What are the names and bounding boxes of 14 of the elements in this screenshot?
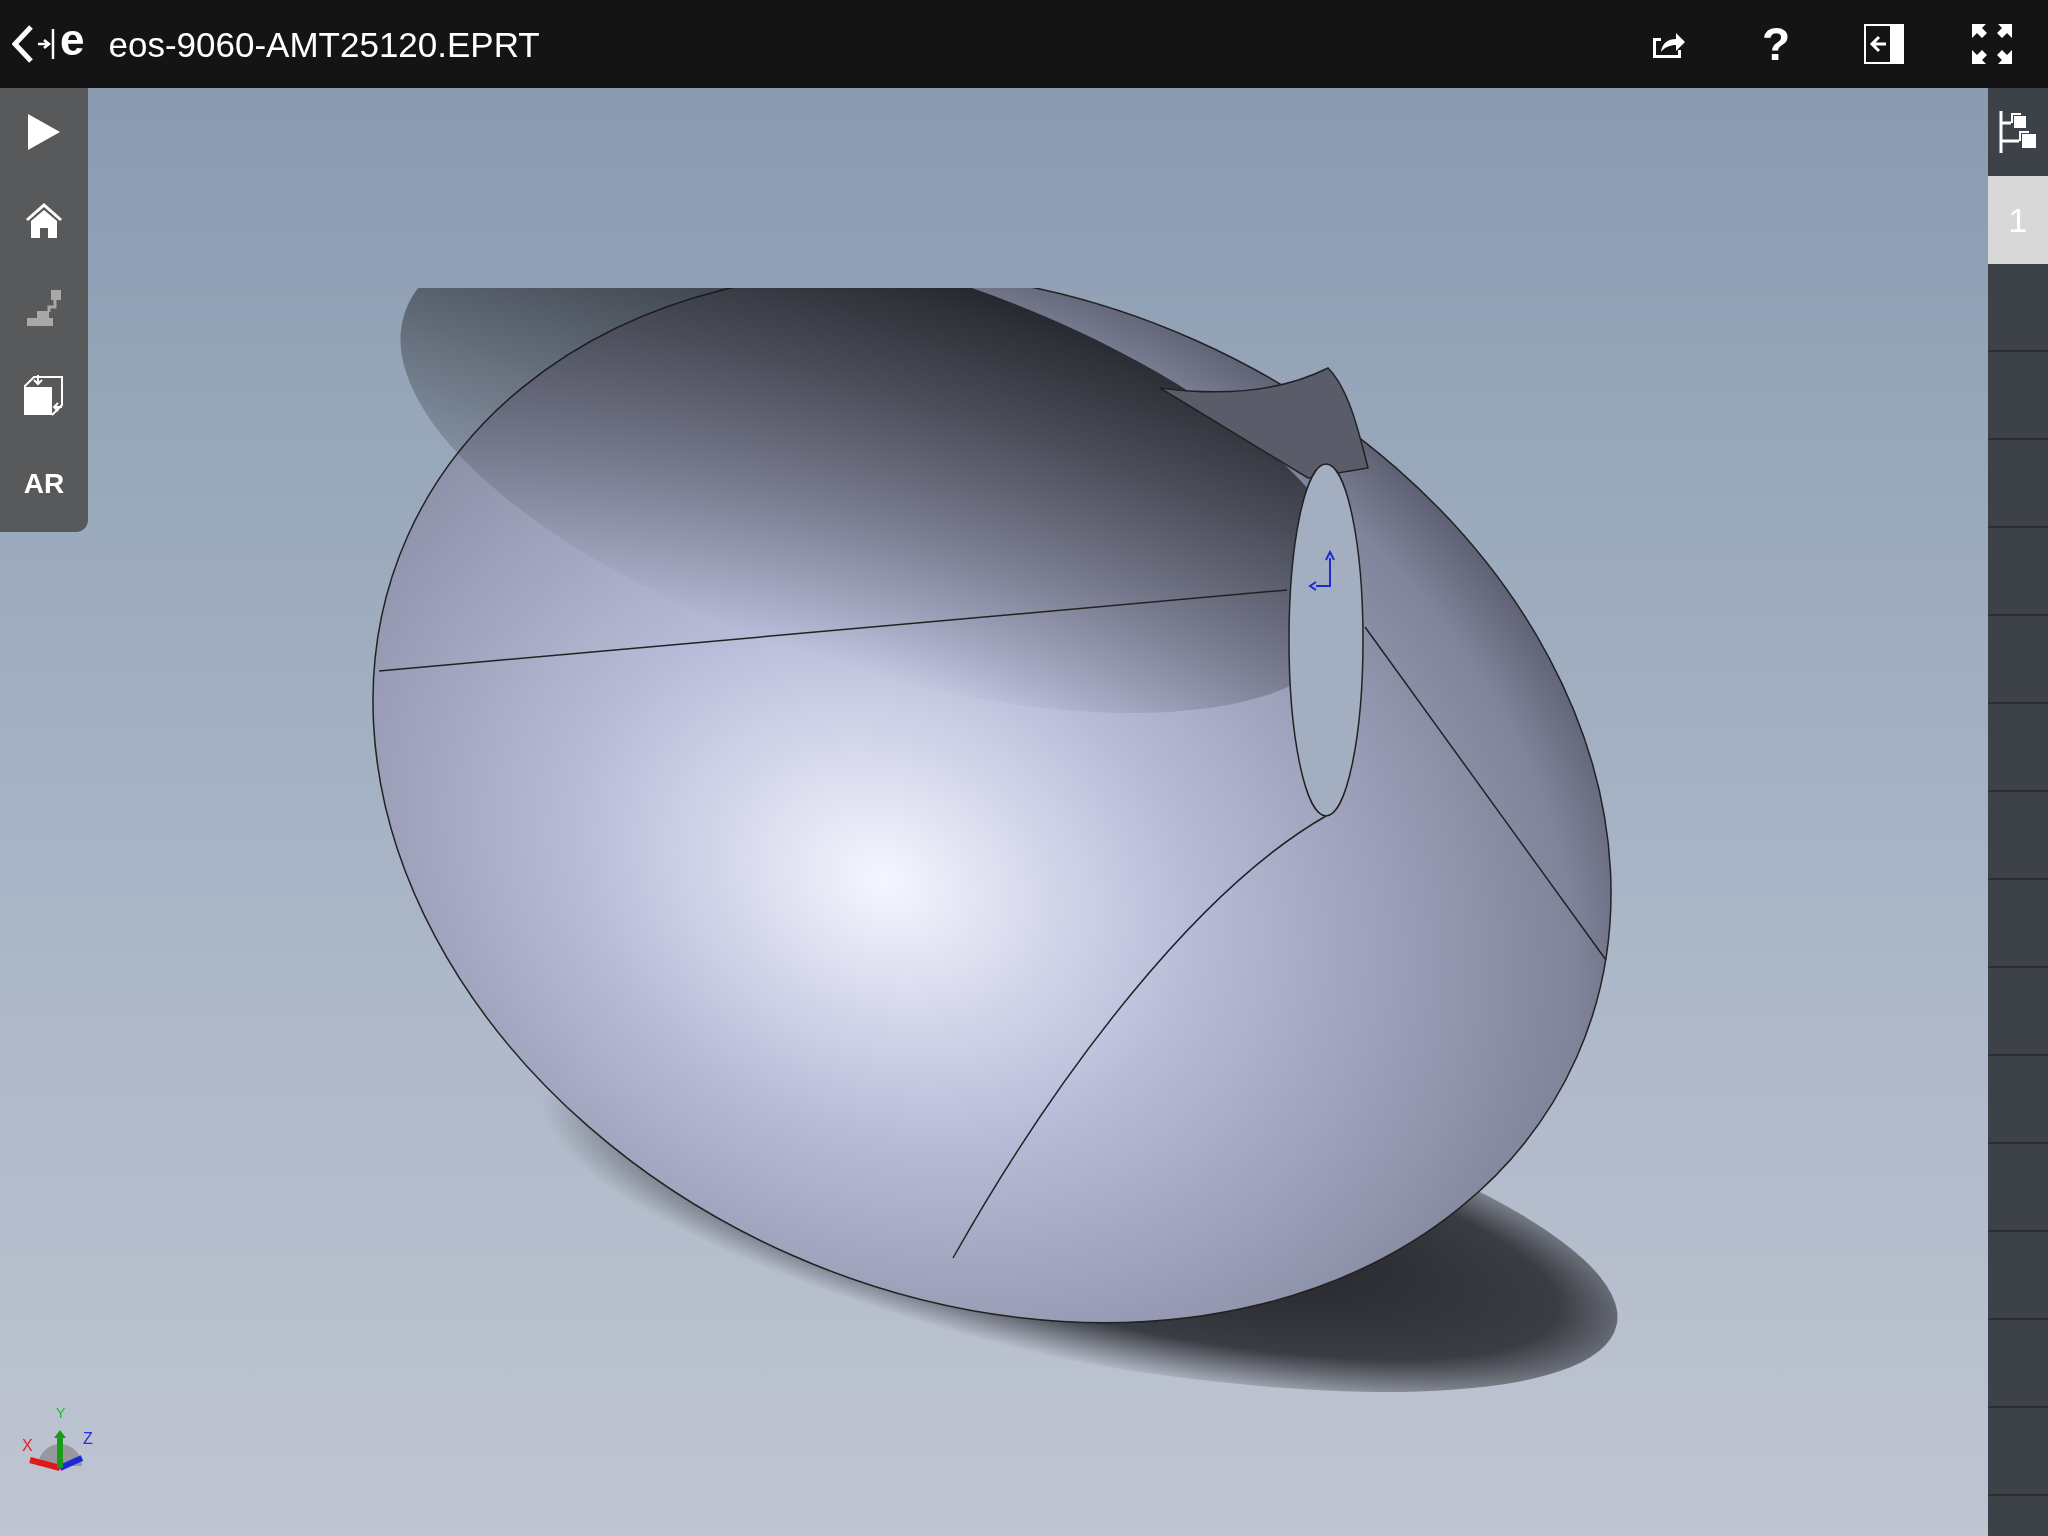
z-axis-label: Z: [83, 1431, 93, 1447]
back-chevron-icon: [12, 25, 34, 63]
x-axis-label: X: [22, 1438, 33, 1454]
y-axis-label: Y: [56, 1406, 66, 1420]
3d-viewport[interactable]: X Y Z AR: [0, 88, 1988, 1536]
fullscreen-icon: [1972, 24, 2012, 64]
back-button[interactable]: e: [12, 12, 85, 76]
document-title: eos-9060-AMT25120.EPRT: [108, 26, 540, 62]
logo-letter: e: [60, 18, 85, 62]
ar-button[interactable]: AR: [0, 440, 88, 528]
tree-icon: [1999, 111, 2037, 153]
help-button[interactable]: ?: [1744, 12, 1808, 76]
collapse-panel-icon: [1864, 24, 1904, 64]
arrow-to-bar-icon: [38, 29, 56, 59]
